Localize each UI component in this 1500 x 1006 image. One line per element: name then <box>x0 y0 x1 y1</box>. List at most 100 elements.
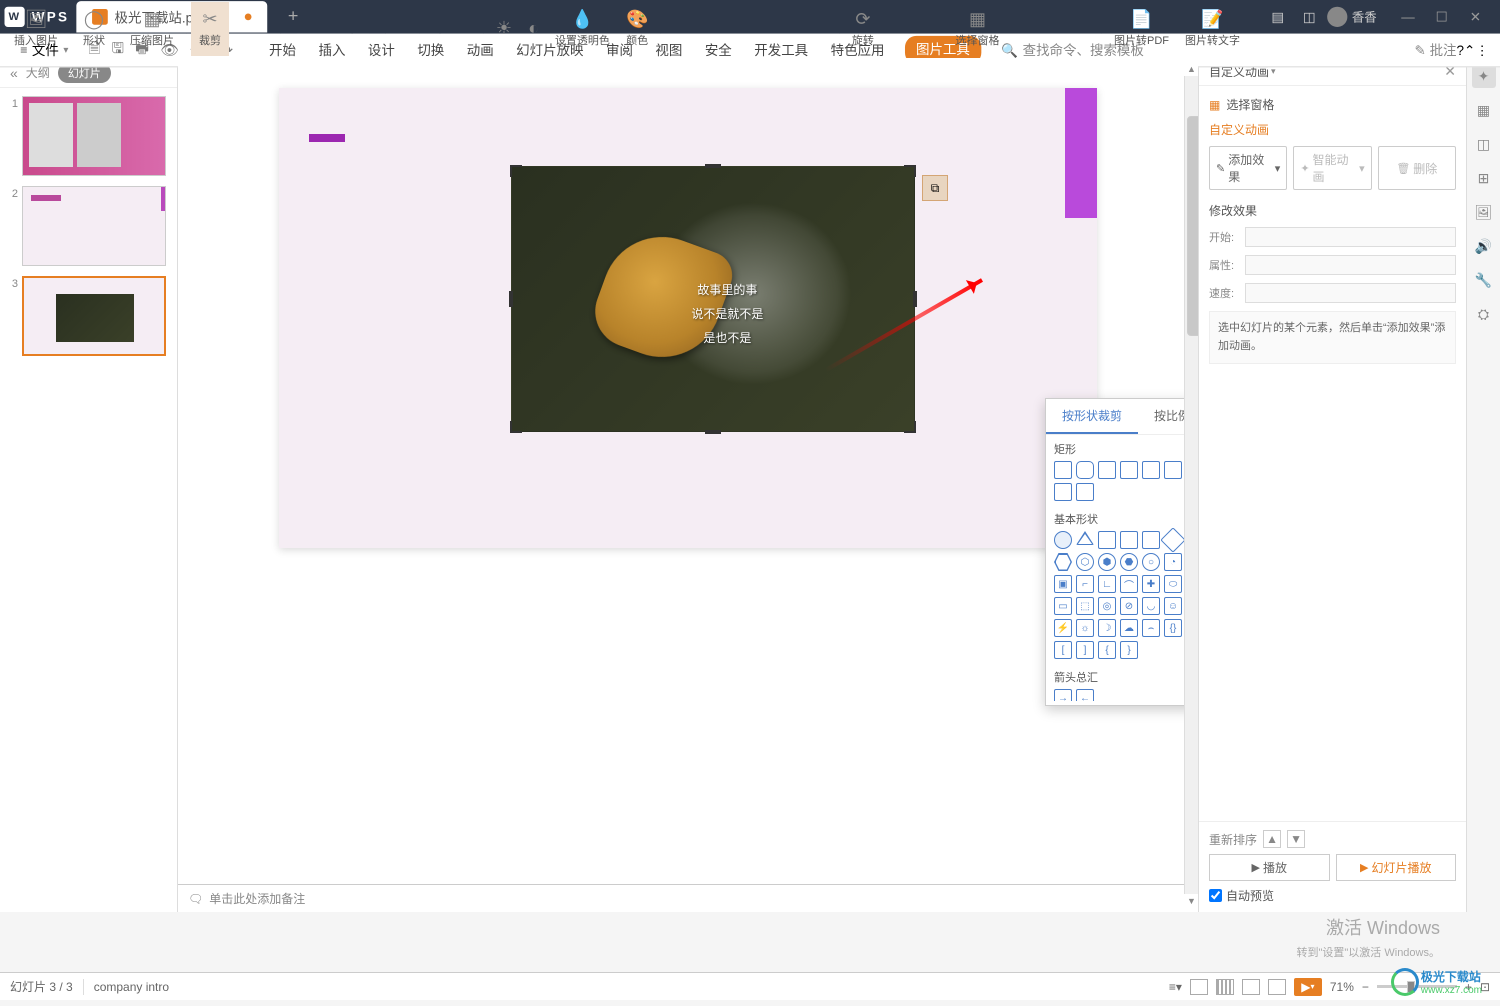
shape-no[interactable]: ⊘ <box>1120 597 1138 615</box>
shape-cube[interactable]: ▭ <box>1054 597 1072 615</box>
maximize-button[interactable]: ☐ <box>1426 1 1457 32</box>
slide-thumbnail-2[interactable] <box>22 186 166 266</box>
crop-by-shape-tab[interactable]: 按形状裁剪 <box>1046 399 1138 434</box>
help-icon[interactable]: ? <box>1457 42 1465 58</box>
docs-icon[interactable]: ▤ <box>1264 3 1291 30</box>
vertical-scrollbar[interactable]: ▲ ▼ <box>1184 76 1198 894</box>
crop-handle-t[interactable] <box>705 164 721 168</box>
shape-arc[interactable]: ⌒ <box>1120 575 1138 593</box>
shape-round-rect5[interactable] <box>1076 483 1094 501</box>
crop-handle-tr[interactable] <box>904 165 916 177</box>
shape-ellipse[interactable] <box>1054 531 1072 549</box>
zoom-value[interactable]: 71% <box>1330 980 1354 994</box>
shape-snip-rect[interactable] <box>1098 461 1116 479</box>
shape-round-rect2[interactable] <box>1164 461 1182 479</box>
shape-triangle[interactable] <box>1076 531 1094 545</box>
crop-handle-br[interactable] <box>904 421 916 433</box>
shape-minus[interactable]: ⬭ <box>1164 575 1182 593</box>
shape-octagon[interactable]: ⬢ <box>1098 553 1116 571</box>
minimize-button[interactable]: — <box>1392 1 1423 32</box>
shape-parallelogram[interactable] <box>1120 531 1138 549</box>
username: 香香 <box>1352 8 1377 26</box>
shape-diamond[interactable] <box>1160 527 1185 552</box>
review-button[interactable]: ✎ 批注 <box>1415 40 1457 59</box>
crop-handle-l[interactable] <box>509 291 513 307</box>
shape-smiley[interactable]: ☺ <box>1164 597 1182 615</box>
shape-arrow-l[interactable]: ← <box>1076 689 1094 701</box>
shape-button[interactable]: ◯形状 <box>75 2 113 56</box>
collapse-ribbon-icon[interactable]: ⌃ <box>1464 42 1475 58</box>
crop-handle-b[interactable] <box>705 430 721 434</box>
shape-snip2-rect[interactable] <box>1120 461 1138 479</box>
brightness-icon: ☀ <box>496 18 512 39</box>
new-tab-button[interactable]: + <box>276 1 310 32</box>
shape-brace2[interactable]: } <box>1120 641 1138 659</box>
rotate-button[interactable]: ⟳旋转 <box>844 2 882 56</box>
shape-bevel[interactable]: ⬚ <box>1076 597 1094 615</box>
shape-frame[interactable]: ▣ <box>1054 575 1072 593</box>
shape-right-triangle[interactable] <box>1098 531 1116 549</box>
shape-plus[interactable]: ✚ <box>1142 575 1160 593</box>
accent-bar <box>1065 88 1097 218</box>
shape-snip-diag-rect[interactable] <box>1142 461 1160 479</box>
slide-thumbnail-1[interactable] <box>22 96 166 176</box>
compress-icon: ▦ <box>143 9 160 30</box>
shape-hexagon[interactable] <box>1054 553 1072 571</box>
gift-icon[interactable]: ◫ <box>1296 3 1323 30</box>
zoom-out-button[interactable]: − <box>1362 980 1369 994</box>
canvas: 故事里的事 说不是就不是 是也不是 ⧉ <box>178 58 1198 912</box>
crop-handle-bl[interactable] <box>510 421 522 433</box>
shape-rounded-rect[interactable] <box>1076 461 1094 479</box>
shape-sun[interactable]: ☼ <box>1076 619 1094 637</box>
normal-view-button[interactable] <box>1190 979 1208 995</box>
notes-area[interactable]: 🗨 单击此处添加备注 <box>178 884 1184 912</box>
slide[interactable]: 故事里的事 说不是就不是 是也不是 ⧉ <box>279 88 1097 548</box>
shape-block-arc[interactable]: ◡ <box>1142 597 1160 615</box>
shape-pie[interactable]: ◔ <box>1164 553 1182 571</box>
shape-rect[interactable] <box>1054 461 1072 479</box>
selection-pane-button[interactable]: ▦选择窗格 <box>947 2 1007 56</box>
slideshow-play-button[interactable]: ▶▾ <box>1294 978 1322 996</box>
shape-cloud[interactable]: ☁ <box>1120 619 1138 637</box>
shape-trapezoid[interactable] <box>1142 531 1160 549</box>
shape-moon[interactable]: ☽ <box>1098 619 1116 637</box>
shape-donut[interactable]: ◎ <box>1098 597 1116 615</box>
shape-decagon[interactable]: ⬣ <box>1120 553 1138 571</box>
shape-round-rect4[interactable] <box>1054 483 1072 501</box>
shape-dodecagon[interactable]: ○ <box>1142 553 1160 571</box>
shape-lightning[interactable]: ⚡ <box>1054 619 1072 637</box>
shape-half-frame[interactable]: ⌐ <box>1076 575 1094 593</box>
brightness-button[interactable]: ☀ <box>488 2 520 56</box>
fit-button[interactable]: ⊡ <box>1480 980 1490 994</box>
compress-button[interactable]: ▦压缩图片 <box>122 2 182 56</box>
shape-arrow-r[interactable]: → <box>1054 689 1072 701</box>
shape-arc2[interactable]: ⌢ <box>1142 619 1160 637</box>
to-text-button[interactable]: 📝图片转文字 <box>1177 2 1248 56</box>
shape-bracket1[interactable]: {} <box>1164 619 1182 637</box>
color-button[interactable]: 🎨颜色 <box>618 2 656 56</box>
to-pdf-button[interactable]: 📄图片转PDF <box>1106 2 1177 56</box>
shape-bracket4[interactable]: ] <box>1076 641 1094 659</box>
slide-thumbnail-3[interactable] <box>22 276 166 356</box>
crop-handle-tl[interactable] <box>510 165 522 177</box>
sorter-view-button[interactable] <box>1216 979 1234 995</box>
crop-options-button[interactable]: ⧉ <box>922 175 948 201</box>
notes-view-button[interactable] <box>1268 979 1286 995</box>
close-button[interactable]: ✕ <box>1460 1 1491 32</box>
more-icon[interactable]: ⋮ <box>1475 42 1488 58</box>
shape-heptagon[interactable]: ⬡ <box>1076 553 1094 571</box>
contrast-button[interactable]: ◐ <box>520 2 547 56</box>
crop-button[interactable]: ✂裁剪 <box>191 2 229 56</box>
crop-handle-r[interactable] <box>913 291 917 307</box>
reading-view-button[interactable] <box>1242 979 1260 995</box>
zoom-slider[interactable] <box>1377 985 1457 988</box>
zoom-in-button[interactable]: + <box>1465 980 1472 994</box>
insert-picture-button[interactable]: 🖼插入图片 <box>6 2 66 56</box>
shape-l[interactable]: ∟ <box>1098 575 1116 593</box>
transparency-button[interactable]: 💧设置透明色 <box>547 2 618 56</box>
user-avatar[interactable] <box>1327 7 1347 27</box>
shape-bracket3[interactable]: [ <box>1054 641 1072 659</box>
shape-brace[interactable]: { <box>1098 641 1116 659</box>
selected-image[interactable]: 故事里的事 说不是就不是 是也不是 ⧉ <box>511 166 915 432</box>
notes-toggle-icon[interactable]: ≡▾ <box>1169 980 1182 994</box>
